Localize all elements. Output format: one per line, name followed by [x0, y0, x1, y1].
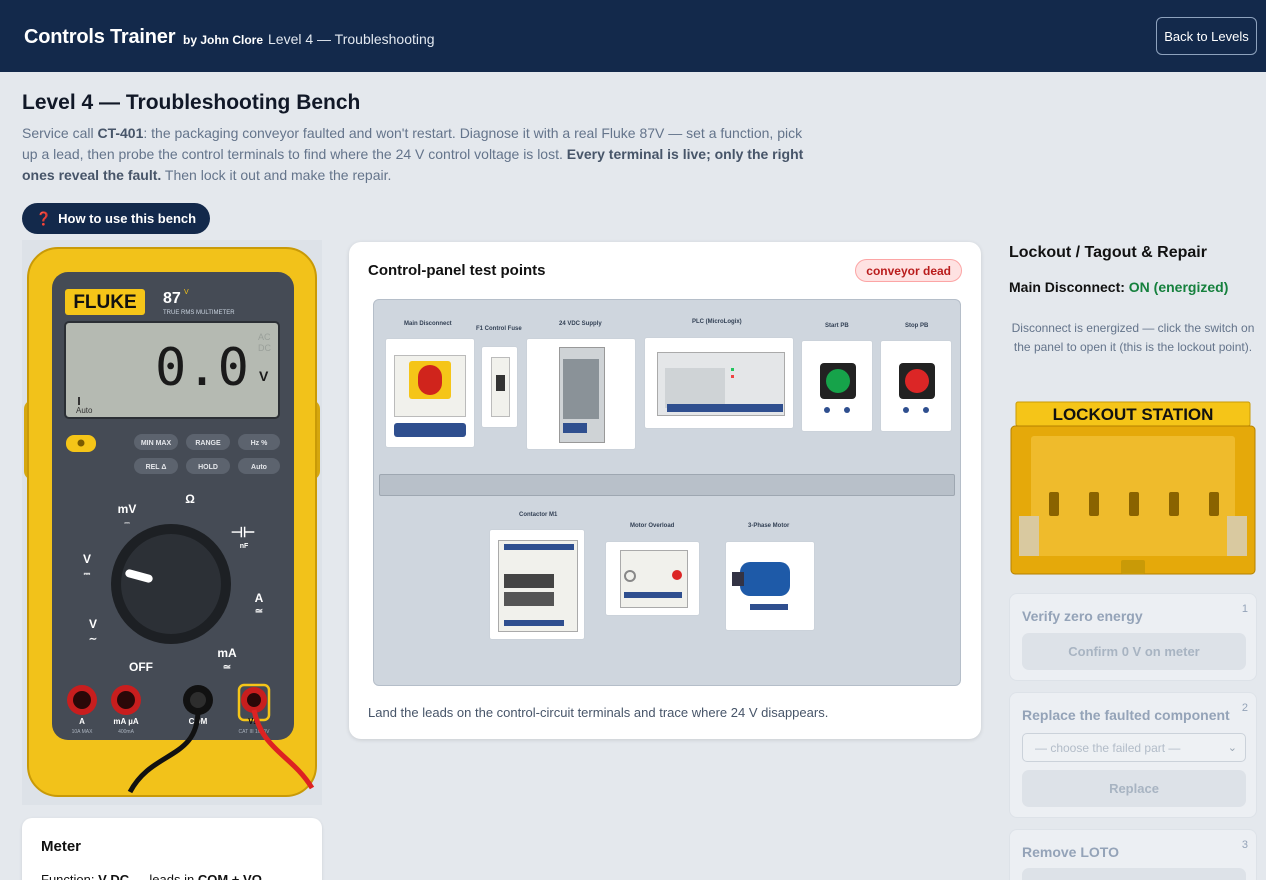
- app-title: Controls Trainer: [24, 26, 176, 48]
- svg-text:⎓: ⎓: [124, 520, 130, 527]
- display-value: 0.0: [155, 338, 249, 398]
- svg-text:RANGE: RANGE: [195, 440, 221, 447]
- label-start-pb: Start PB: [825, 323, 849, 329]
- meter-info-card: Meter Function: V DC — leads in COM + VΩ: [22, 818, 322, 880]
- capacitor-icon: ⊣⊢: [231, 524, 255, 540]
- start-pushbutton[interactable]: [801, 340, 873, 432]
- label-main-disconnect: Main Disconnect: [404, 321, 452, 327]
- meter-card-title: Meter: [41, 838, 82, 855]
- svg-text:MIN MAX: MIN MAX: [141, 440, 172, 447]
- status-badge: conveyor dead: [855, 259, 962, 282]
- main-disconnect-switch[interactable]: [385, 338, 475, 448]
- dial-vdc-label: V: [83, 552, 91, 566]
- panel-instructions: Land the leads on the control-circuit te…: [368, 705, 829, 720]
- svg-text:Auto: Auto: [251, 464, 267, 471]
- control-panel-card: Control-panel test points conveyor dead …: [349, 242, 981, 739]
- how-to-use-button[interactable]: ❓ How to use this bench: [22, 203, 210, 234]
- contactor-m1[interactable]: [489, 529, 585, 640]
- label-contactor: Contactor M1: [519, 512, 558, 518]
- step-remove-loto: Remove LOTO 3: [1009, 829, 1257, 880]
- confirm-zero-volts-button[interactable]: Confirm 0 V on meter: [1022, 633, 1246, 670]
- svg-text:≃: ≃: [255, 606, 263, 617]
- step-verify-zero-energy: Verify zero energy 1 Confirm 0 V on mete…: [1009, 593, 1257, 681]
- label-plc: PLC (MicroLogix): [692, 319, 742, 325]
- top-bar: Controls Trainer by John Clore Level 4 —…: [0, 0, 1266, 72]
- failed-part-select[interactable]: — choose the failed part — ⌄: [1022, 733, 1246, 762]
- svg-text:REL Δ: REL Δ: [146, 464, 167, 471]
- display-dc: DC: [258, 343, 271, 353]
- label-overload: Motor Overload: [630, 523, 675, 529]
- svg-text:HOLD: HOLD: [198, 464, 218, 471]
- lockout-station-label: LOCKOUT STATION: [1053, 405, 1214, 424]
- svg-text:Hz %: Hz %: [251, 440, 269, 447]
- svg-text:≃: ≃: [223, 662, 231, 673]
- jack-a-label: A: [79, 717, 85, 726]
- dial-ma-label: mA: [217, 646, 237, 660]
- dial-vac-label: V: [89, 617, 97, 631]
- step-replace-component: Replace the faulted component 2 — choose…: [1009, 692, 1257, 818]
- display-unit: V: [259, 368, 269, 384]
- intro-text: Service call CT-401: the packaging conve…: [22, 125, 804, 183]
- panel-board: Main Disconnect F1 Control Fuse 24 VDC S…: [373, 299, 961, 686]
- replace-button[interactable]: Replace: [1022, 770, 1246, 807]
- plc-micrologix[interactable]: [644, 337, 794, 429]
- meter-model: 87: [163, 290, 181, 307]
- back-to-levels-button[interactable]: Back to Levels: [1156, 17, 1257, 55]
- page-title: Level 4 — Troubleshooting Bench: [22, 91, 361, 114]
- chevron-down-icon: ⌄: [1227, 742, 1237, 754]
- dial-nf-label: nF: [240, 543, 249, 550]
- label-stop-pb: Stop PB: [905, 323, 929, 329]
- jack-ma-label: mA µA: [113, 717, 138, 726]
- app-byline: by John Clore: [183, 33, 264, 47]
- question-icon: ❓: [35, 210, 53, 226]
- motor-overload[interactable]: [605, 541, 700, 616]
- display-auto: Auto: [76, 406, 93, 415]
- dial-a-label: A: [255, 591, 264, 605]
- stop-pushbutton[interactable]: [880, 340, 952, 432]
- loto-hint: Disconnect is energized — click the swit…: [1011, 321, 1255, 354]
- meter-model-sup: V: [184, 289, 189, 296]
- dial-mv-label: mV: [118, 502, 137, 516]
- dial-off-label: OFF: [129, 660, 153, 674]
- svg-text:⎓: ⎓: [84, 569, 91, 578]
- label-motor: 3-Phase Motor: [748, 523, 790, 529]
- svg-text:10A MAX: 10A MAX: [72, 729, 94, 735]
- din-rail: [379, 474, 955, 496]
- lockout-station[interactable]: LOCKOUT STATION: [1009, 400, 1257, 577]
- remove-loto-button[interactable]: [1022, 868, 1246, 880]
- power-supply-24vdc[interactable]: [526, 338, 636, 450]
- fluke-brand: FLUKE: [73, 292, 136, 313]
- three-phase-motor[interactable]: [725, 541, 815, 631]
- svg-text:400mA: 400mA: [118, 729, 135, 735]
- label-power-supply: 24 VDC Supply: [559, 321, 602, 327]
- display-ac: AC: [258, 332, 271, 342]
- loto-title: Lockout / Tagout & Repair: [1009, 244, 1207, 261]
- svg-text:∼: ∼: [89, 634, 97, 645]
- multimeter: FLUKE 87 V TRUE RMS MULTIMETER 0.0 V AC …: [22, 240, 322, 805]
- panel-title: Control-panel test points: [368, 262, 546, 279]
- label-control-fuse: F1 Control Fuse: [476, 326, 522, 332]
- control-fuse[interactable]: [481, 346, 518, 428]
- meter-function-status: Function: V DC — leads in COM + VΩ: [41, 872, 263, 880]
- main-disconnect-status: Main Disconnect: ON (energized): [1009, 279, 1229, 295]
- dial-ohm-label: Ω: [185, 492, 195, 506]
- breadcrumb: Level 4 — Troubleshooting: [268, 31, 435, 47]
- meter-subtitle: TRUE RMS MULTIMETER: [163, 310, 235, 316]
